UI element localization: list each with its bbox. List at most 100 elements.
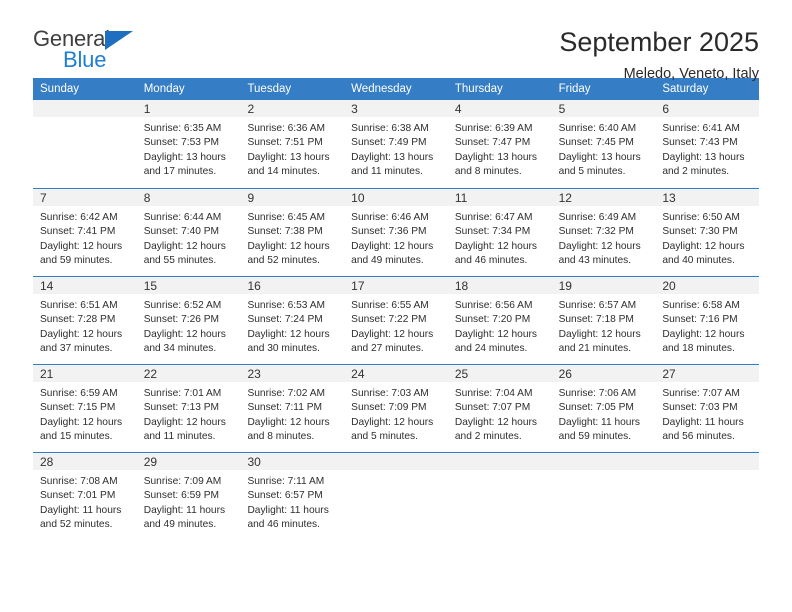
calendar-day-cell[interactable]: 21 Sunrise: 6:59 AM Sunset: 7:15 PM Dayligh… xyxy=(33,365,137,452)
daylight-text-line2: and 18 minutes. xyxy=(662,343,735,355)
day-details: Sunrise: 6:39 AM Sunset: 7:47 PM Daylight:… xyxy=(448,117,552,180)
weekday-header-sunday: Sunday xyxy=(40,83,80,95)
sunset-text: Sunset: 7:01 PM xyxy=(40,490,116,502)
sunrise-text: Sunrise: 6:38 AM xyxy=(351,123,429,134)
calendar-day-cell[interactable]: 20 Sunrise: 6:58 AM Sunset: 7:16 PM Dayligh… xyxy=(655,277,760,364)
daylight-text-line1: Daylight: 12 hours xyxy=(558,240,641,252)
sunset-text: Sunset: 6:57 PM xyxy=(247,490,323,502)
daylight-text-line1: Daylight: 12 hours xyxy=(454,416,537,428)
sunrise-text: Sunrise: 7:08 AM xyxy=(40,476,118,487)
daylight-text-line1: Daylight: 12 hours xyxy=(247,240,330,252)
day-details: Sunrise: 6:46 AM Sunset: 7:36 PM Daylight:… xyxy=(344,206,448,269)
sunrise-text: Sunrise: 6:46 AM xyxy=(351,212,429,223)
sunrise-text: Sunrise: 6:59 AM xyxy=(40,388,118,399)
sunset-text: Sunset: 7:11 PM xyxy=(247,402,322,414)
calendar-day-cell[interactable]: 28 Sunrise: 7:08 AM Sunset: 7:01 PM Dayligh… xyxy=(33,453,137,544)
daylight-text-line2: and 56 minutes. xyxy=(662,431,735,443)
calendar-day-cell[interactable]: 19 Sunrise: 6:57 AM Sunset: 7:18 PM Dayligh… xyxy=(551,277,656,364)
daylight-text-line1: Daylight: 12 hours xyxy=(143,416,226,428)
day-details: Sunrise: 6:41 AM Sunset: 7:43 PM Daylight:… xyxy=(655,117,759,180)
calendar-day-cell[interactable]: 16 Sunrise: 6:53 AM Sunset: 7:24 PM Dayligh… xyxy=(240,277,345,364)
day-number: 7 xyxy=(33,189,137,206)
day-number: 5 xyxy=(551,100,656,117)
daylight-text-line1: Daylight: 11 hours xyxy=(40,504,122,516)
day-details: Sunrise: 7:02 AM Sunset: 7:11 PM Daylight:… xyxy=(240,382,344,445)
daylight-text-line2: and 30 minutes. xyxy=(247,343,320,355)
day-details: Sunrise: 6:47 AM Sunset: 7:34 PM Daylight:… xyxy=(448,206,552,269)
weekday-header-tuesday: Tuesday xyxy=(247,83,292,95)
daylight-text-line1: Daylight: 12 hours xyxy=(351,328,434,340)
logo-text-blue: Blue xyxy=(63,47,107,72)
calendar-day-cell[interactable]: 3 Sunrise: 6:38 AM Sunset: 7:49 PM Daylight… xyxy=(344,100,448,188)
daylight-text-line2: and 52 minutes. xyxy=(247,255,320,267)
day-details: Sunrise: 6:50 AM Sunset: 7:30 PM Daylight:… xyxy=(655,206,759,269)
sunrise-text: Sunrise: 7:07 AM xyxy=(662,388,740,399)
daylight-text-line1: Daylight: 12 hours xyxy=(40,328,123,340)
calendar-day-cell[interactable]: 23 Sunrise: 7:02 AM Sunset: 7:11 PM Dayligh… xyxy=(240,365,345,452)
daylight-text-line1: Daylight: 13 hours xyxy=(143,151,226,163)
calendar-day-cell[interactable]: 26 Sunrise: 7:06 AM Sunset: 7:05 PM Dayligh… xyxy=(551,365,656,452)
calendar-weeks: 1 Sunrise: 6:35 AM Sunset: 7:53 PM Daylight… xyxy=(33,100,760,544)
weekday-header-saturday: Saturday xyxy=(662,83,709,95)
sunset-text: Sunset: 7:34 PM xyxy=(454,226,531,238)
day-details: Sunrise: 7:09 AM Sunset: 6:59 PM Daylight:… xyxy=(137,470,241,533)
day-number: 28 xyxy=(33,453,137,470)
calendar-day-cell[interactable]: 17 Sunrise: 6:55 AM Sunset: 7:22 PM Dayligh… xyxy=(344,277,448,364)
day-number: 2 xyxy=(240,100,345,117)
calendar-day-cell[interactable]: 4 Sunrise: 6:39 AM Sunset: 7:47 PM Daylight… xyxy=(447,100,552,188)
sunrise-text: Sunrise: 6:57 AM xyxy=(558,300,637,311)
calendar-day-cell[interactable]: 9 Sunrise: 6:45 AM Sunset: 7:38 PM Daylight… xyxy=(240,189,345,276)
daylight-text-line2: and 11 minutes. xyxy=(351,166,423,178)
calendar-day-cell[interactable]: 15 Sunrise: 6:52 AM Sunset: 7:26 PM Dayligh… xyxy=(136,277,241,364)
day-details: Sunrise: 6:49 AM Sunset: 7:32 PM Daylight:… xyxy=(552,206,656,269)
sunrise-text: Sunrise: 6:40 AM xyxy=(558,123,637,134)
calendar-day-cell[interactable]: 27 Sunrise: 7:07 AM Sunset: 7:03 PM Dayligh… xyxy=(655,365,760,452)
daylight-text-line1: Daylight: 12 hours xyxy=(40,416,123,428)
daylight-text-line1: Daylight: 12 hours xyxy=(247,328,330,340)
sunset-text: Sunset: 7:41 PM xyxy=(40,226,116,238)
weekday-header-friday: Friday xyxy=(558,83,591,95)
day-details: Sunrise: 6:58 AM Sunset: 7:16 PM Daylight:… xyxy=(655,294,759,357)
day-number: 20 xyxy=(655,277,760,294)
calendar-day-cell[interactable]: 7 Sunrise: 6:42 AM Sunset: 7:41 PM Daylight… xyxy=(33,189,137,276)
calendar-day-cell-empty xyxy=(344,453,448,544)
day-number xyxy=(655,453,760,470)
calendar-day-cell[interactable]: 5 Sunrise: 6:40 AM Sunset: 7:45 PM Daylight… xyxy=(551,100,656,188)
calendar-week-row: 14 Sunrise: 6:51 AM Sunset: 7:28 PM Dayligh… xyxy=(33,276,760,364)
daylight-text-line1: Daylight: 12 hours xyxy=(351,416,434,428)
day-details: Sunrise: 6:36 AM Sunset: 7:51 PM Daylight:… xyxy=(240,117,344,180)
daylight-text-line2: and 46 minutes. xyxy=(454,255,528,267)
calendar-day-cell[interactable]: 18 Sunrise: 6:56 AM Sunset: 7:20 PM Dayligh… xyxy=(447,277,552,364)
calendar-day-cell[interactable]: 30 Sunrise: 7:11 AM Sunset: 6:57 PM Dayligh… xyxy=(240,453,345,544)
sunset-text: Sunset: 7:16 PM xyxy=(662,314,738,326)
calendar-day-cell[interactable]: 29 Sunrise: 7:09 AM Sunset: 6:59 PM Dayligh… xyxy=(136,453,241,544)
calendar-day-cell[interactable]: 12 Sunrise: 6:49 AM Sunset: 7:32 PM Dayligh… xyxy=(551,189,656,276)
calendar-day-cell[interactable]: 22 Sunrise: 7:01 AM Sunset: 7:13 PM Dayligh… xyxy=(136,365,241,452)
calendar-day-cell[interactable]: 24 Sunrise: 7:03 AM Sunset: 7:09 PM Dayligh… xyxy=(344,365,448,452)
calendar-day-cell[interactable]: 1 Sunrise: 6:35 AM Sunset: 7:53 PM Daylight… xyxy=(136,100,241,188)
calendar-day-cell[interactable]: 2 Sunrise: 6:36 AM Sunset: 7:51 PM Daylight… xyxy=(240,100,345,188)
daylight-text-line2: and 49 minutes. xyxy=(143,519,217,531)
daylight-text-line2: and 55 minutes. xyxy=(143,255,217,267)
calendar-day-cell[interactable]: 14 Sunrise: 6:51 AM Sunset: 7:28 PM Dayligh… xyxy=(33,277,137,364)
calendar-day-cell[interactable]: 8 Sunrise: 6:44 AM Sunset: 7:40 PM Daylight… xyxy=(136,189,241,276)
calendar-day-cell[interactable]: 25 Sunrise: 7:04 AM Sunset: 7:07 PM Dayligh… xyxy=(447,365,552,452)
calendar-day-cell[interactable]: 10 Sunrise: 6:46 AM Sunset: 7:36 PM Dayligh… xyxy=(344,189,448,276)
weekday-header-wednesday: Wednesday xyxy=(351,83,412,95)
daylight-text-line1: Daylight: 12 hours xyxy=(247,416,330,428)
daylight-text-line2: and 14 minutes. xyxy=(247,166,320,178)
day-details: Sunrise: 6:40 AM Sunset: 7:45 PM Daylight:… xyxy=(552,117,656,180)
daylight-text-line1: Daylight: 12 hours xyxy=(143,328,226,340)
generalblue-logo[interactable]: General Blue xyxy=(33,26,153,72)
calendar-week-row: 1 Sunrise: 6:35 AM Sunset: 7:53 PM Daylight… xyxy=(33,100,760,188)
calendar-day-cell[interactable]: 11 Sunrise: 6:47 AM Sunset: 7:34 PM Dayligh… xyxy=(447,189,552,276)
day-number xyxy=(33,100,137,117)
day-number: 23 xyxy=(240,365,345,382)
day-number: 21 xyxy=(33,365,137,382)
calendar-day-cell[interactable]: 6 Sunrise: 6:41 AM Sunset: 7:43 PM Daylight… xyxy=(655,100,760,188)
calendar-day-cell[interactable]: 13 Sunrise: 6:50 AM Sunset: 7:30 PM Dayligh… xyxy=(655,189,760,276)
weekday-header-row: Sunday Monday Tuesday Wednesday Thursday… xyxy=(33,78,759,100)
page-title: September 2025 xyxy=(559,27,759,57)
daylight-text-line1: Daylight: 12 hours xyxy=(662,240,745,252)
day-number: 27 xyxy=(655,365,760,382)
